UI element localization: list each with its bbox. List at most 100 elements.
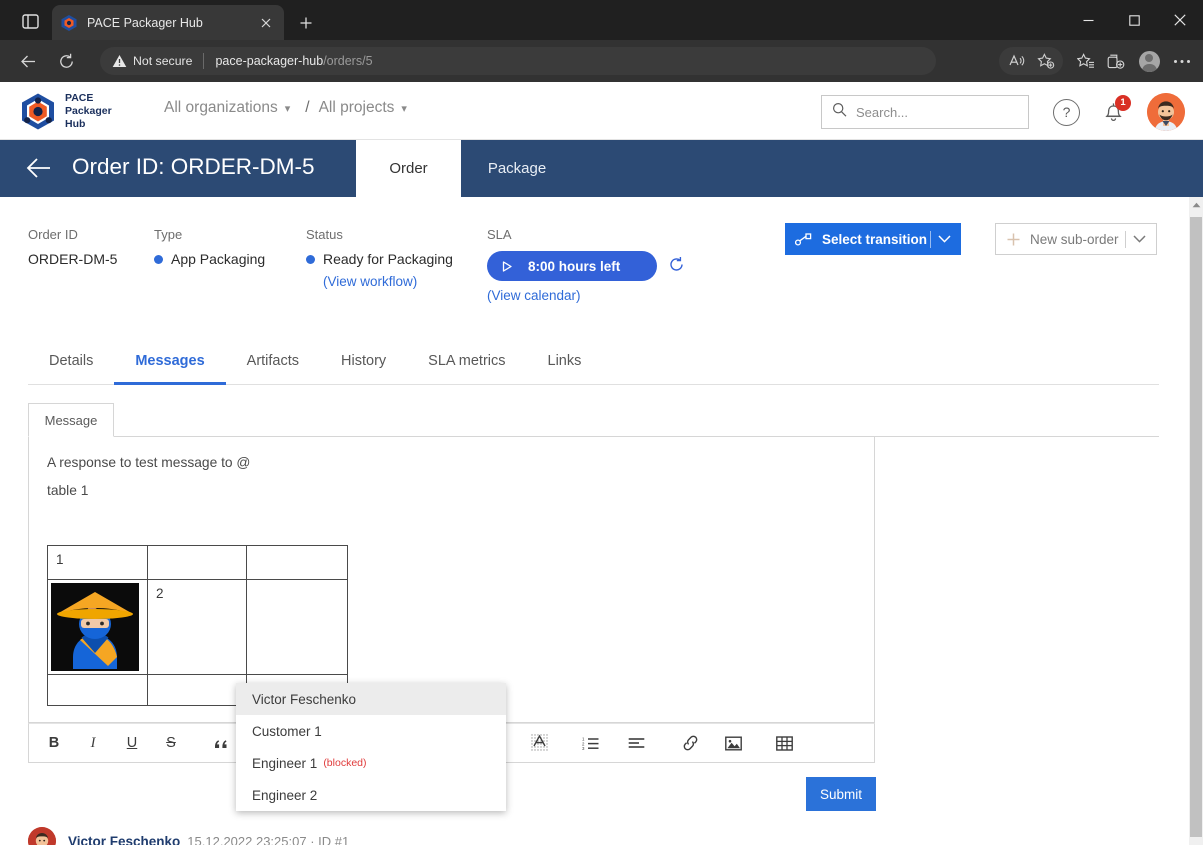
mention-item-victor-feschenko[interactable]: Victor Feschenko bbox=[236, 683, 506, 715]
view-calendar-link[interactable]: (View calendar) bbox=[487, 288, 581, 303]
page-scrollbar[interactable] bbox=[1189, 197, 1203, 845]
editor-table[interactable]: 1 2 bbox=[47, 545, 348, 706]
blockquote-icon[interactable] bbox=[208, 730, 234, 756]
ordered-list-icon[interactable]: 123 bbox=[578, 730, 604, 756]
app-logo[interactable]: PACE Packager Hub bbox=[20, 92, 112, 131]
scroll-up-icon[interactable] bbox=[1189, 197, 1203, 213]
maximize-icon[interactable] bbox=[1111, 0, 1157, 40]
table-cell[interactable]: 1 bbox=[47, 545, 148, 580]
underline-button[interactable]: U bbox=[119, 730, 145, 756]
message-editor[interactable]: A response to test message to @ table 1 … bbox=[28, 437, 875, 723]
table-cell-image[interactable] bbox=[47, 579, 148, 675]
bold-button[interactable]: B bbox=[41, 730, 67, 756]
link-icon[interactable] bbox=[678, 730, 704, 756]
align-icon[interactable] bbox=[624, 730, 650, 756]
refresh-icon[interactable] bbox=[668, 256, 685, 276]
question-mark-icon[interactable]: ? bbox=[1053, 98, 1080, 126]
window-close-icon[interactable] bbox=[1157, 0, 1203, 40]
browser-chrome: PACE Packager Hub Not secure pace-packag… bbox=[0, 0, 1203, 82]
order-tab-package[interactable]: Package bbox=[461, 140, 573, 197]
logo-line3: Hub bbox=[65, 117, 86, 130]
tab-messages[interactable]: Messages bbox=[114, 337, 226, 385]
sla-timer-pill[interactable]: 8:00 hours left bbox=[487, 251, 657, 281]
select-transition-button[interactable]: Select transition bbox=[785, 223, 961, 255]
address-bar[interactable]: Not secure pace-packager-hub/orders/5 bbox=[100, 47, 936, 75]
favorites-icon[interactable] bbox=[1071, 47, 1101, 75]
status-dot-icon bbox=[154, 254, 163, 264]
scrollbar-thumb[interactable] bbox=[1190, 217, 1202, 837]
collections-icon[interactable] bbox=[1101, 47, 1131, 75]
chevron-down-icon[interactable]: ▾ bbox=[401, 102, 407, 115]
svg-text:3: 3 bbox=[582, 746, 585, 750]
table-icon[interactable] bbox=[772, 730, 798, 756]
background-color-icon[interactable] bbox=[527, 730, 553, 756]
summary-label: Order ID bbox=[28, 227, 78, 242]
select-transition-label: Select transition bbox=[822, 231, 928, 247]
breadcrumb-separator: / bbox=[305, 99, 310, 116]
chevron-down-icon[interactable] bbox=[1133, 235, 1146, 243]
view-workflow-link[interactable]: (View workflow) bbox=[323, 274, 417, 289]
mention-dropdown[interactable]: Victor Feschenko Customer 1 Engineer 1 (… bbox=[236, 683, 506, 811]
table-cell[interactable] bbox=[147, 674, 247, 706]
minimize-icon[interactable] bbox=[1065, 0, 1111, 40]
user-avatar-icon[interactable] bbox=[1147, 93, 1185, 131]
table-cell[interactable] bbox=[47, 674, 148, 706]
order-section-tabs: Details Messages Artifacts History SLA m… bbox=[28, 337, 1159, 385]
table-cell[interactable] bbox=[246, 579, 348, 675]
chevron-down-icon[interactable]: ▾ bbox=[285, 102, 291, 115]
tab-message[interactable]: Message bbox=[28, 403, 114, 437]
table-row[interactable]: 2 bbox=[47, 579, 348, 675]
tab-sla-metrics[interactable]: SLA metrics bbox=[407, 337, 526, 384]
warning-triangle-icon bbox=[112, 54, 127, 68]
image-icon[interactable] bbox=[721, 730, 747, 756]
mention-label: Engineer 1 bbox=[252, 755, 318, 771]
table-cell[interactable] bbox=[147, 545, 247, 580]
table-cell[interactable] bbox=[246, 545, 348, 580]
notifications-button[interactable]: 1 bbox=[1102, 94, 1131, 128]
close-icon[interactable] bbox=[256, 13, 276, 33]
back-arrow-icon[interactable] bbox=[26, 157, 52, 181]
order-tab-order[interactable]: Order bbox=[356, 140, 461, 197]
profile-icon[interactable] bbox=[1134, 47, 1164, 75]
back-arrow-icon[interactable] bbox=[14, 47, 42, 75]
italic-button[interactable]: I bbox=[80, 730, 106, 756]
mention-item-customer-1[interactable]: Customer 1 bbox=[236, 715, 506, 747]
search-input[interactable]: Search... bbox=[821, 95, 1029, 129]
tab-links[interactable]: Links bbox=[527, 337, 603, 384]
page-title: Order ID: ORDER-DM-5 bbox=[72, 154, 315, 179]
summary-field-sla: SLA 8:00 hours left (View calendar) bbox=[487, 227, 747, 305]
submit-button[interactable]: Submit bbox=[806, 777, 876, 811]
org-project-nav: All organizations ▾ / All projects ▾ bbox=[164, 99, 413, 117]
bell-icon bbox=[1102, 102, 1125, 128]
add-favorite-icon[interactable] bbox=[1031, 47, 1061, 75]
tab-strip-icon[interactable] bbox=[14, 8, 46, 34]
button-divider bbox=[930, 230, 931, 248]
settings-more-icon[interactable] bbox=[1167, 47, 1197, 75]
read-aloud-icon[interactable] bbox=[1001, 47, 1031, 75]
transition-icon bbox=[795, 232, 812, 246]
new-sub-order-button[interactable]: New sub-order bbox=[995, 223, 1157, 255]
project-selector[interactable]: All projects bbox=[319, 99, 395, 117]
browser-toolbar-right bbox=[999, 47, 1197, 75]
browser-tab[interactable]: PACE Packager Hub bbox=[52, 5, 284, 40]
summary-value: Ready for Packaging bbox=[323, 251, 453, 267]
chevron-down-icon[interactable] bbox=[938, 235, 951, 243]
browser-tab-title: PACE Packager Hub bbox=[87, 15, 203, 30]
url-path: /orders/5 bbox=[323, 54, 373, 68]
tab-details[interactable]: Details bbox=[28, 337, 114, 384]
summary-value-row: Ready for Packaging bbox=[306, 251, 506, 267]
sla-row: 8:00 hours left bbox=[487, 251, 747, 281]
summary-value: ORDER-DM-5 bbox=[28, 251, 118, 267]
strikethrough-button[interactable]: S bbox=[158, 730, 184, 756]
mention-item-engineer-2[interactable]: Engineer 2 bbox=[236, 779, 506, 811]
reload-icon[interactable] bbox=[52, 47, 80, 75]
table-row[interactable]: 1 bbox=[47, 545, 348, 580]
mention-item-engineer-1[interactable]: Engineer 1 (blocked) bbox=[236, 747, 506, 779]
read-aloud-favorite-pill bbox=[999, 47, 1063, 75]
tab-artifacts[interactable]: Artifacts bbox=[226, 337, 320, 384]
new-tab-button[interactable] bbox=[292, 10, 320, 36]
table-cell[interactable]: 2 bbox=[147, 579, 247, 675]
org-selector[interactable]: All organizations bbox=[164, 99, 278, 117]
tab-history[interactable]: History bbox=[320, 337, 407, 384]
order-header-bar: Order ID: ORDER-DM-5 Order Package bbox=[0, 140, 1203, 197]
